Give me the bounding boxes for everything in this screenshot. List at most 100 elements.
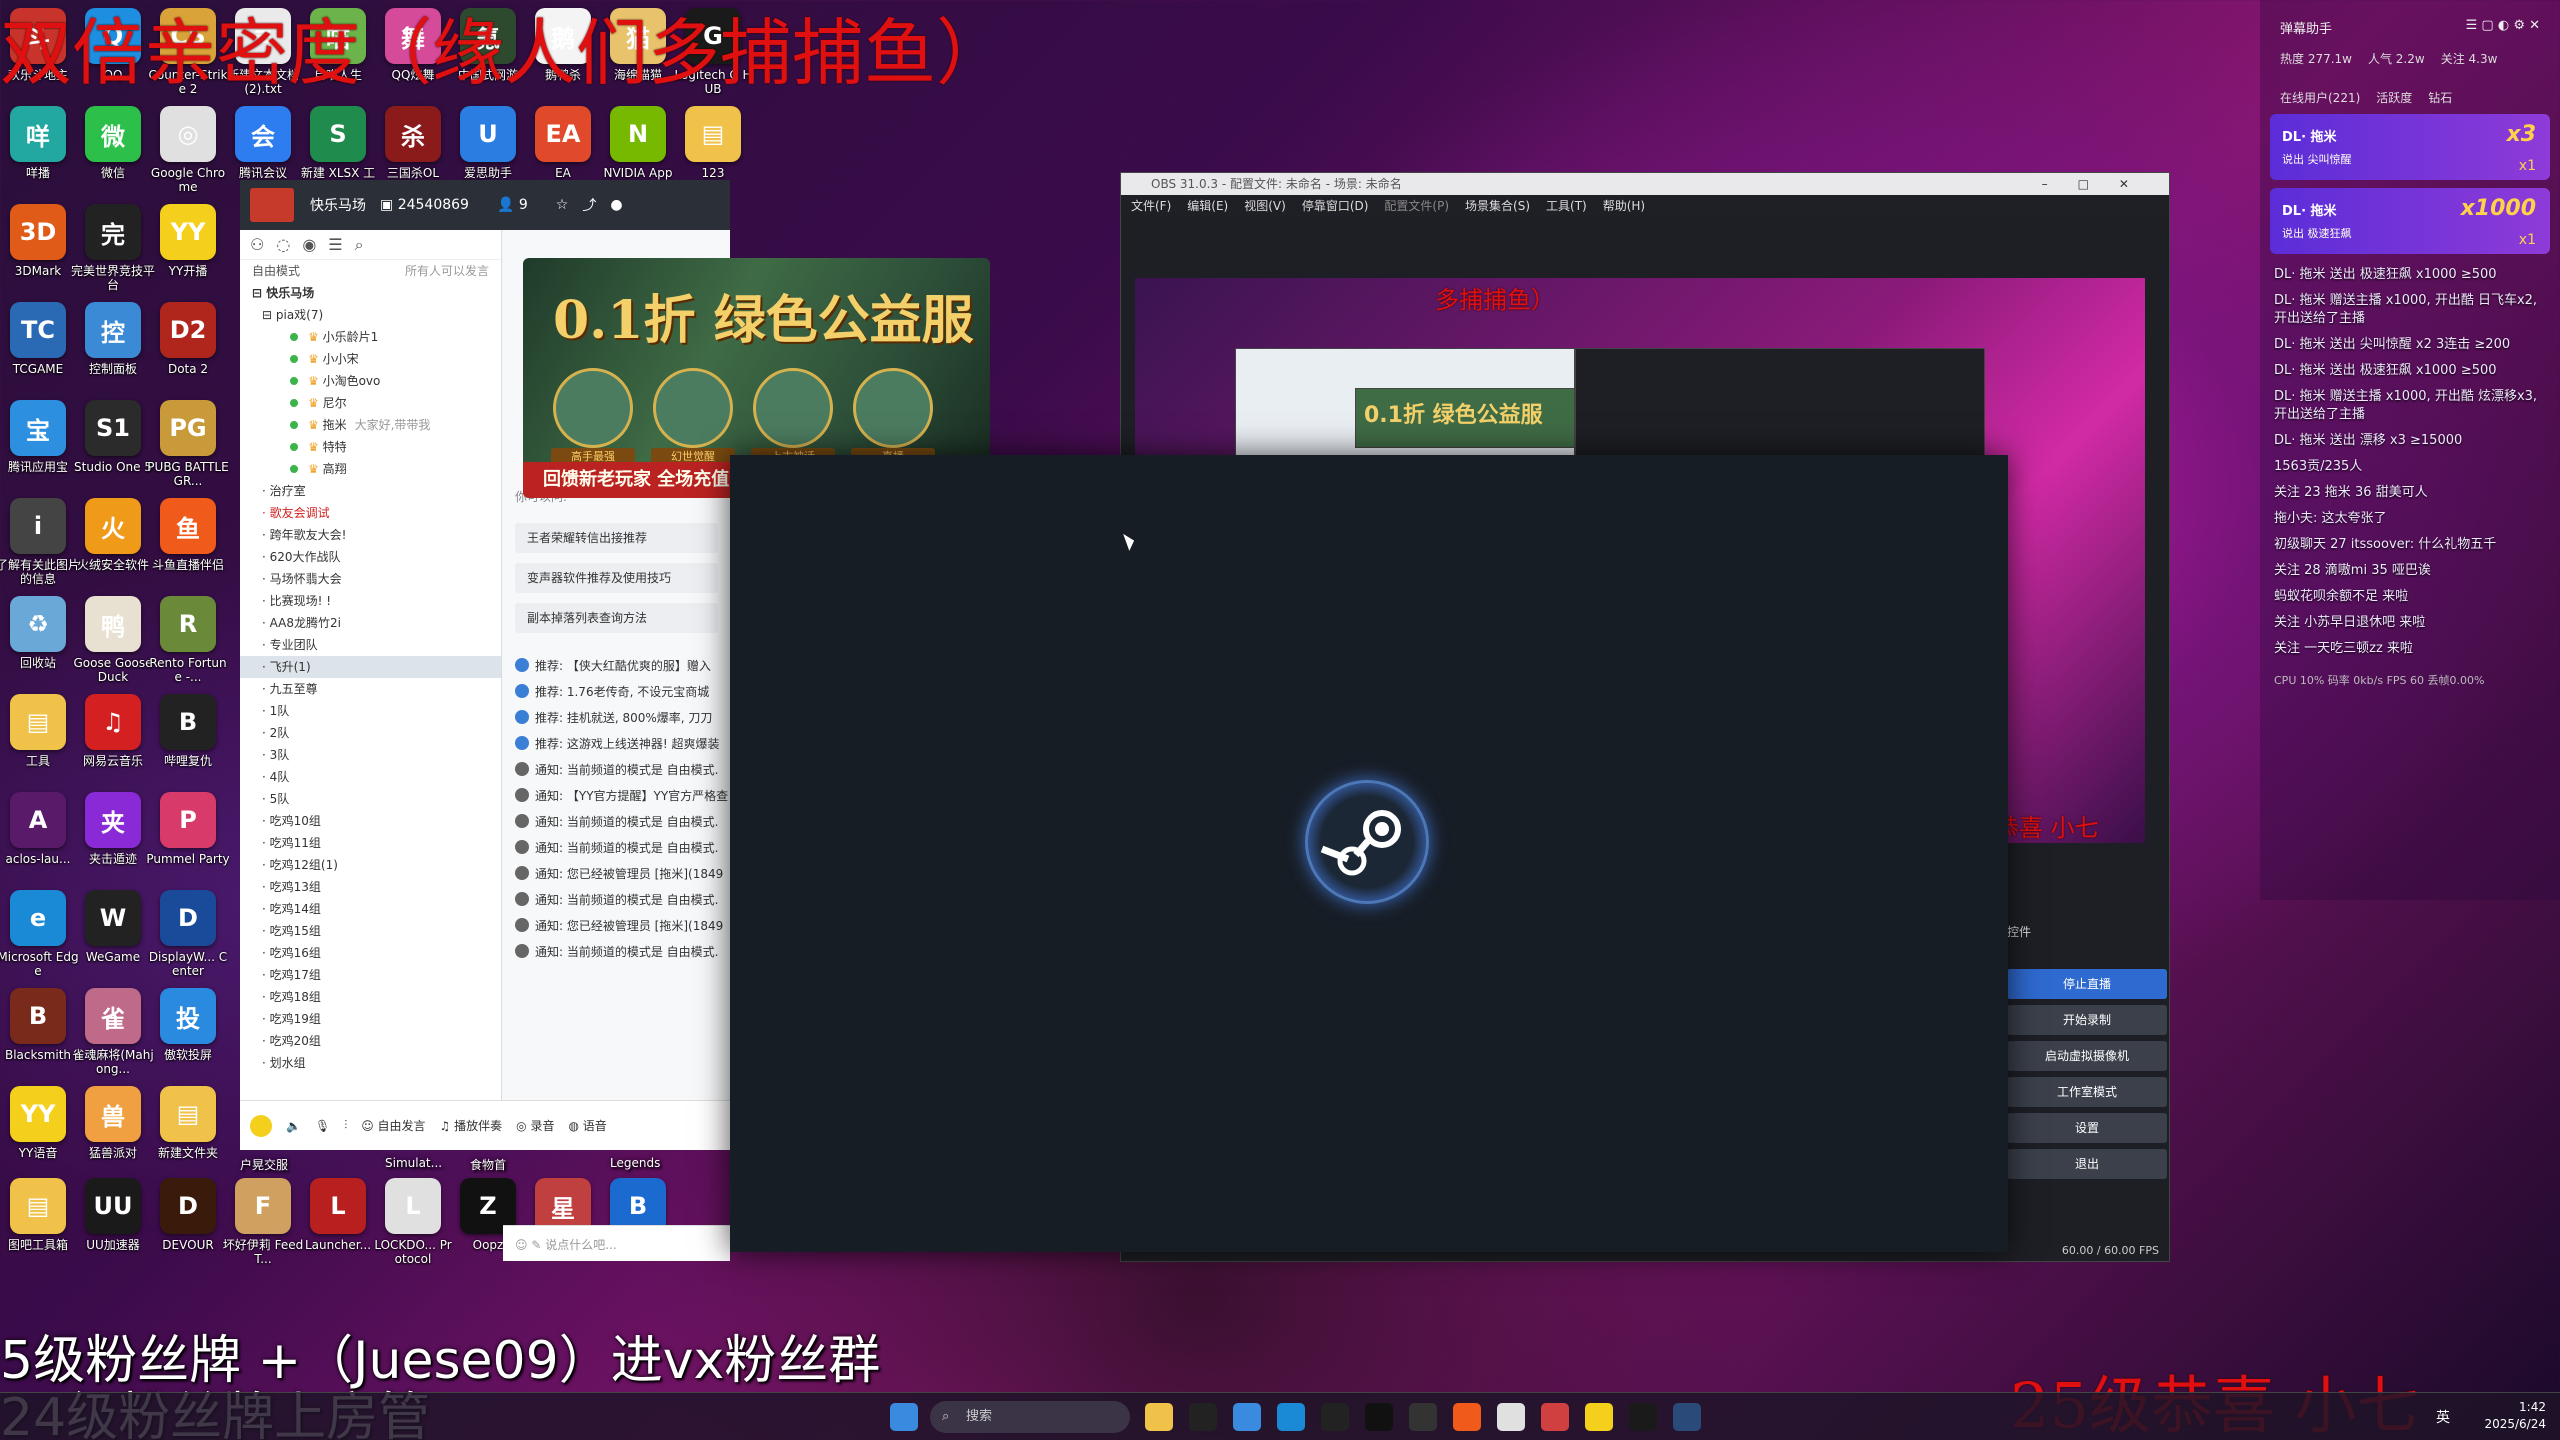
tab-online[interactable]: 在线用户(221) — [2280, 89, 2360, 106]
channel-row[interactable]: · 2队 — [240, 722, 501, 744]
yy-logo-icon[interactable] — [250, 1114, 272, 1137]
voice-button[interactable]: ◍ 语音 — [568, 1117, 606, 1134]
member-row[interactable]: ♛ 拖米 大家好,带带我 — [240, 414, 501, 436]
desktop-icon[interactable]: D DEVOUR — [146, 1178, 230, 1268]
terminal-icon[interactable] — [1409, 1403, 1437, 1431]
channel-row[interactable]: · 3队 — [240, 744, 501, 766]
member-row[interactable]: ♛ 特特 — [240, 436, 501, 458]
channel-row[interactable]: · AA8龙腾竹2i — [240, 612, 501, 634]
star-icon[interactable]: ☆ — [556, 197, 569, 213]
obs-icon[interactable] — [1321, 1403, 1349, 1431]
folder-icon[interactable] — [1233, 1403, 1261, 1431]
desktop-icon[interactable]: PG PUBG BATTLEGR... — [146, 400, 230, 490]
desktop-icon[interactable]: 鱼斗鱼直播伴侣 — [146, 498, 230, 588]
user-icon[interactable]: ⚇ — [250, 235, 264, 254]
free-speak-button[interactable]: ☺ 自由发言 — [361, 1117, 425, 1134]
ime-indicator[interactable]: 英 — [2436, 1407, 2450, 1427]
channel-row[interactable]: · 吃鸡20组 — [240, 1030, 501, 1052]
desktop-icon[interactable]: 3D 3DMark — [0, 204, 80, 294]
desktop-icon[interactable]: Aaclos-lau... — [0, 792, 80, 882]
desktop-icon[interactable]: B 哔哩复仇 — [146, 694, 230, 784]
channel-row[interactable]: · 九五至尊 — [240, 678, 501, 700]
recommend-item[interactable]: 副本掉落列表查询方法 — [515, 603, 718, 633]
desktop-icon[interactable]: ♫ 网易云音乐 — [71, 694, 155, 784]
location-icon[interactable]: ◉ — [302, 235, 316, 254]
chrome-icon[interactable] — [1497, 1403, 1525, 1431]
channel-row[interactable]: · 吃鸡11组 — [240, 832, 501, 854]
obs-menu-item[interactable]: 工具(T) — [1546, 195, 1587, 217]
channel-sub-root[interactable]: ⊟ pia戏(7) — [240, 304, 501, 326]
desktop-icon[interactable]: F 坏好伊莉 Feed T... — [221, 1178, 305, 1268]
list-icon[interactable]: ☰ — [328, 235, 342, 254]
accompany-button[interactable]: ♫ 播放伴奏 — [440, 1117, 503, 1134]
danmaku-window-icons[interactable]: ☰ ▢ ◐ ⚙ ✕ — [2466, 18, 2540, 50]
recommend-item[interactable]: 王者荣耀转信出接推荐 — [515, 523, 718, 553]
desktop-icon[interactable]: ◎ Google Chrome — [146, 106, 230, 196]
desktop-icon[interactable]: L LOCKDO... Protocol — [371, 1178, 455, 1268]
member-row[interactable]: ♛ 高翔 — [240, 458, 501, 480]
channel-row[interactable]: · 5队 — [240, 788, 501, 810]
channel-row[interactable]: · 吃鸡15组 — [240, 920, 501, 942]
edge-icon[interactable] — [1277, 1403, 1305, 1431]
desktop-icon[interactable]: 火火绒安全软件 — [71, 498, 155, 588]
desktop-icon[interactable]: ▤ 新建文件夹 — [146, 1086, 230, 1176]
desktop-icon[interactable]: ▤ 工具 — [0, 694, 80, 784]
obs-menu-item[interactable]: 停靠窗口(D) — [1302, 195, 1369, 217]
channel-row[interactable]: · 歌友会调试 — [240, 502, 501, 524]
channel-row[interactable]: · 比赛现场! ! — [240, 590, 501, 612]
desktop-icon[interactable]: e Microsoft Edge — [0, 890, 80, 980]
search-icon[interactable]: ⌕ — [355, 235, 364, 255]
virtual-camera-button[interactable]: 启动虚拟摄像机 — [2007, 1041, 2167, 1071]
stop-streaming-button[interactable]: 停止直播 — [2007, 969, 2167, 999]
channel-row[interactable]: · 吃鸡18组 — [240, 986, 501, 1008]
desktop-icon[interactable]: 宝腾讯应用宝 — [0, 400, 80, 490]
tab-active[interactable]: 活跃度 — [2376, 89, 2412, 106]
desktop-icon[interactable]: B Blacksmith — [0, 988, 80, 1078]
channel-row[interactable]: · 跨年歌友大会! — [240, 524, 501, 546]
member-row[interactable]: ♛ 小淘色ovo — [240, 370, 501, 392]
info-icon[interactable]: ● — [610, 197, 622, 213]
start-button[interactable] — [890, 1403, 918, 1431]
desktop-icon[interactable]: W WeGame — [71, 890, 155, 980]
channel-row[interactable]: · 吃鸡13组 — [240, 876, 501, 898]
desktop-icon[interactable]: 夹夹击遁迹 — [71, 792, 155, 882]
taskbar-clock[interactable]: 1:42 2025/6/24 — [2484, 1399, 2546, 1433]
desktop-icon[interactable]: ♻ 回收站 — [0, 596, 80, 686]
member-row[interactable]: ♛ 小小宋 — [240, 348, 501, 370]
mixer-icon[interactable]: ⫶ — [344, 1118, 347, 1133]
chat-icon[interactable]: ◌ — [276, 235, 290, 254]
desktop-icon[interactable]: YY YY语音 — [0, 1086, 80, 1176]
recommend-item[interactable]: 变声器软件推荐及使用技巧 — [515, 563, 718, 593]
taskbar-search[interactable]: ⌕ 搜索 — [930, 1401, 1130, 1433]
desktop-icon[interactable]: ▤ 图吧工具箱 — [0, 1178, 80, 1268]
douyu-icon[interactable] — [1453, 1403, 1481, 1431]
channel-row[interactable]: · 吃鸡10组 — [240, 810, 501, 832]
desktop-icon[interactable]: 咩咩播 — [0, 106, 80, 196]
desktop-icon[interactable]: TC TCGAME — [0, 302, 80, 392]
record-button[interactable]: ◎ 录音 — [516, 1117, 554, 1134]
task-view-icon[interactable] — [1189, 1403, 1217, 1431]
channel-row[interactable]: · 治疗室 — [240, 480, 501, 502]
window-controls[interactable]: –□✕ — [2042, 173, 2159, 195]
studio-mode-button[interactable]: 工作室模式 — [2007, 1077, 2167, 1107]
channel-row[interactable]: · 1队 — [240, 700, 501, 722]
obs-menu-item[interactable]: 文件(F) — [1131, 195, 1171, 217]
desktop-icon[interactable]: 完完美世界竞技平台 — [71, 204, 155, 294]
settings-button[interactable]: 设置 — [2007, 1113, 2167, 1143]
channel-row[interactable]: · 划水组 — [240, 1052, 501, 1074]
obs-menu-item[interactable]: 帮助(H) — [1603, 195, 1645, 217]
channel-row[interactable]: · 620大作战队 — [240, 546, 501, 568]
qq-icon[interactable] — [1365, 1403, 1393, 1431]
channel-row[interactable]: · 飞升(1) — [240, 656, 501, 678]
desktop-icon[interactable]: P Pummel Party — [146, 792, 230, 882]
yy-icon[interactable] — [1585, 1403, 1613, 1431]
tab-diamond[interactable]: 钻石 — [2428, 89, 2452, 106]
desktop-icon[interactable]: i 了解有关此图片的信息 — [0, 498, 80, 588]
file-explorer-icon[interactable] — [1145, 1403, 1173, 1431]
channel-row[interactable]: · 吃鸡12组(1) — [240, 854, 501, 876]
desktop-icon[interactable]: 控控制面板 — [71, 302, 155, 392]
channel-row[interactable]: · 吃鸡19组 — [240, 1008, 501, 1030]
obs-menu-item[interactable]: 视图(V) — [1244, 195, 1286, 217]
desktop-icon[interactable]: 投傲软投屏 — [146, 988, 230, 1078]
desktop-icon[interactable]: YY YY开播 — [146, 204, 230, 294]
